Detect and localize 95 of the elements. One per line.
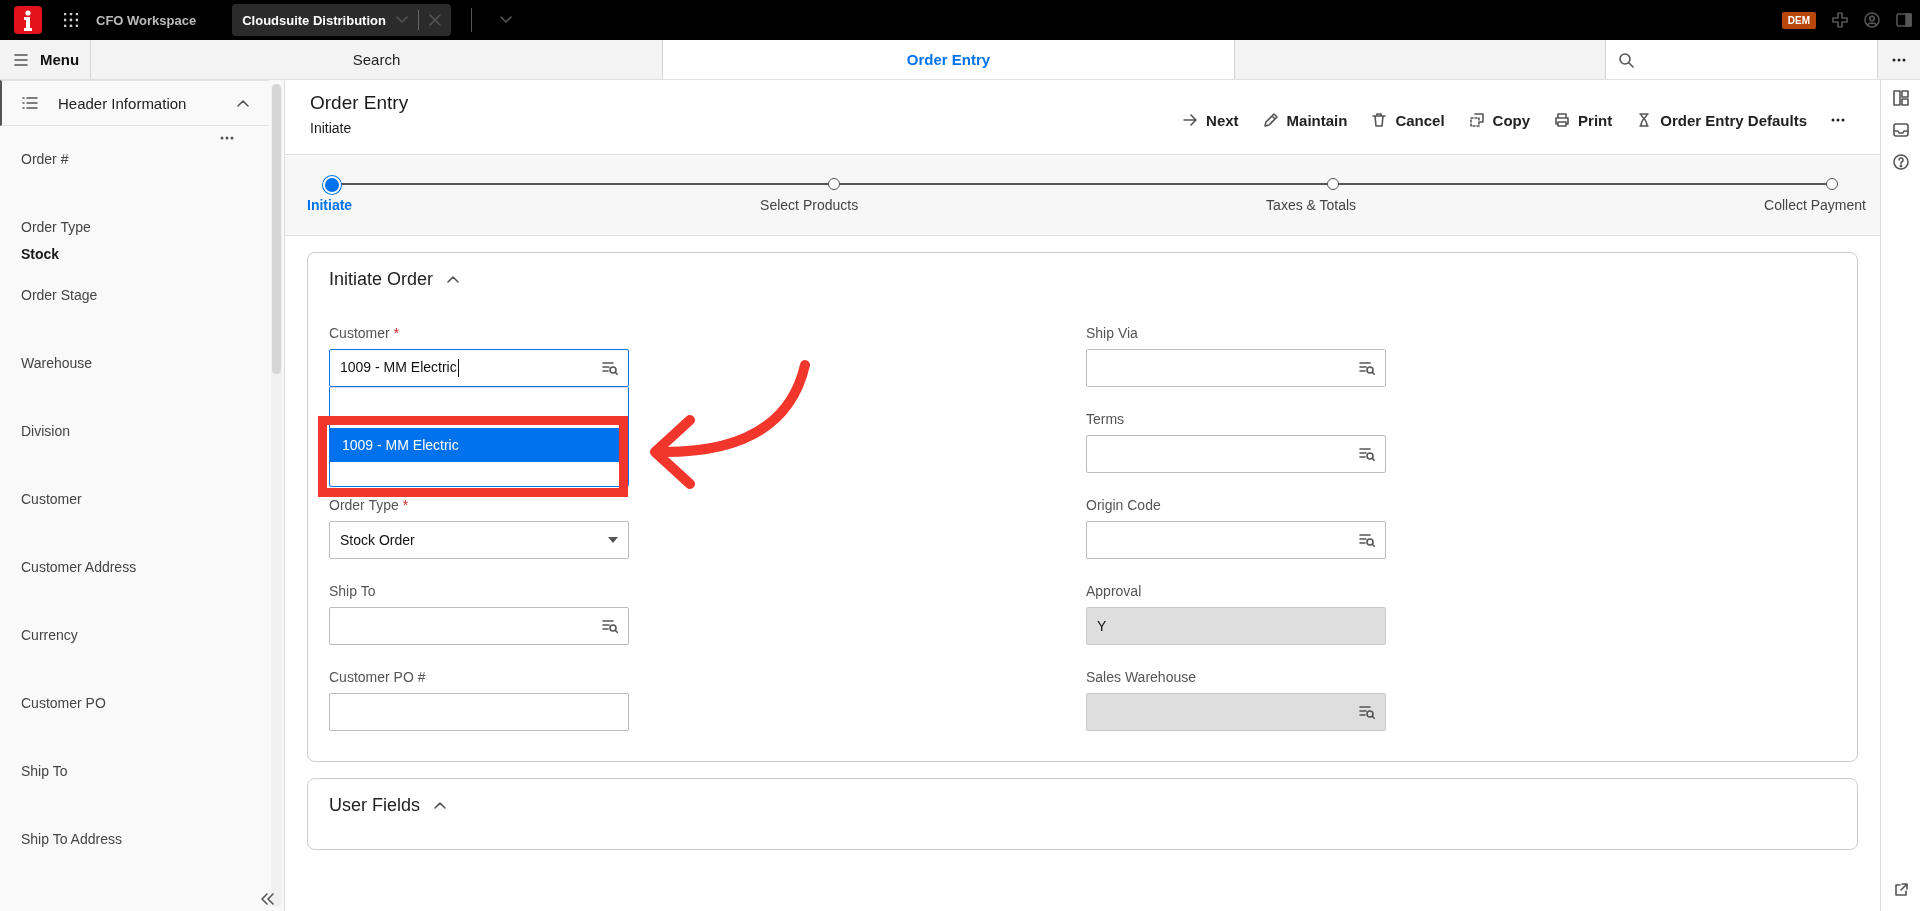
step-label[interactable]: Taxes & Totals [1266,197,1357,213]
logo-icon[interactable] [14,6,42,34]
input-field[interactable] [1086,521,1386,559]
toolbar-button[interactable]: Next [1170,111,1251,129]
sidebar-label: Order # [21,150,70,168]
sidebar-label: Division [21,422,71,440]
lookup-icon [1359,705,1375,719]
toolbar-button[interactable]: Maintain [1250,111,1360,129]
section-header[interactable]: Initiate Order [308,253,481,305]
toolbar-button[interactable]: Order Entry Defaults [1624,111,1819,129]
panel-icon [1896,12,1912,28]
input-field[interactable] [329,693,629,731]
chevron-down-icon [395,16,408,24]
toolbar-button[interactable]: Cancel [1359,111,1457,129]
chevron-up-icon [447,275,460,283]
help-button[interactable] [1892,154,1909,170]
page-title: Order Entry [310,92,409,114]
required-mark: * [393,324,400,343]
input-field[interactable] [1086,349,1386,387]
user-icon [1864,12,1880,28]
dropdown-field[interactable]: Stock Order [329,521,629,559]
field-label: Origin Code [1086,496,1161,515]
more-button[interactable] [220,136,235,140]
tab[interactable]: Order Entry [663,40,1235,79]
more-icon [1831,118,1845,122]
sidebar-label: Customer [21,490,83,508]
caret-icon [608,537,618,543]
list-icon [22,97,38,109]
more-icon [1892,57,1906,62]
input-field[interactable] [329,607,629,645]
page-subtitle: Initiate [310,120,353,136]
field-label: Sales Warehouse [1086,668,1196,687]
field-label: Customer PO # [329,668,426,687]
panel-toggle-button[interactable] [1896,12,1912,28]
arrow-right-icon [1182,112,1199,128]
sidebar-value: Stock [21,245,61,264]
environment-badge: DEM [1781,11,1816,29]
step-label[interactable]: Select Products [760,197,859,213]
context-tab-title[interactable]: Cloudsuite Distribution [242,10,419,30]
search-icon [1618,51,1634,68]
help-icon [1892,154,1909,170]
add-button[interactable] [1832,12,1848,28]
layout-icon [1892,90,1909,106]
input-field[interactable] [1086,435,1386,473]
toolbar-button[interactable]: Print [1542,111,1625,129]
input-field[interactable]: 1009 - MM Electric [329,349,629,387]
step-label[interactable]: Initiate [307,197,353,213]
field-label: Customer [329,324,390,343]
step-label[interactable]: Collect Payment [1764,197,1866,213]
lookup-icon [1359,533,1375,547]
field-label: Ship To [329,582,376,601]
lookup-icon [602,619,618,633]
sidebar-label: Currency [21,626,79,644]
lookup-icon [1359,361,1375,375]
sidebar-label: Order Type [21,218,92,236]
field-label: Order Type [329,496,399,515]
chevron-down-icon [499,16,512,24]
sidebar-label: Ship To Address [21,830,123,848]
lookup-icon [1359,447,1375,461]
sidebar-label: Ship To [21,762,69,780]
external-link-icon [1893,883,1908,897]
toolbar-button[interactable]: Copy [1456,111,1543,129]
sidebar-label: Order Stage [21,286,99,304]
lookup-icon [602,361,618,375]
plus-icon [1832,12,1848,28]
trash-icon [1371,112,1388,128]
search-field[interactable] [1605,40,1877,79]
widgets-button[interactable] [1892,90,1909,106]
field-label: Ship Via [1086,324,1138,343]
pencil-icon [1262,112,1279,128]
close-icon [428,14,441,26]
field-label: Approval [1086,582,1142,601]
chevron-up-icon [434,801,447,809]
inbox-icon [1892,122,1909,138]
copy-icon [1468,112,1485,128]
field-label: Terms [1086,410,1125,429]
sidebar-label: Customer PO [21,694,107,712]
collapse-button[interactable] [260,893,274,905]
section-header[interactable]: User Fields [308,779,468,831]
menu-icon [14,53,28,66]
profile-button[interactable] [1864,12,1880,28]
double-chevron-left-icon [260,893,274,905]
inbox-button[interactable] [1892,122,1909,138]
chevron-up-icon [237,99,250,107]
sidebar-label: Warehouse [21,354,94,372]
scrollbar-thumb[interactable] [272,84,281,374]
sidebar-header[interactable]: Header Information [0,80,270,126]
printer-icon [1554,112,1571,128]
external-link-button[interactable] [1893,883,1908,897]
required-mark: * [402,496,409,515]
sidebar-label: Customer Address [21,558,138,576]
app-grid-icon[interactable] [64,13,78,27]
more-icon [220,136,235,140]
context-tab[interactable]: Cloudsuite Distribution [232,4,451,36]
app-title: CFO Workspace [96,12,197,28]
